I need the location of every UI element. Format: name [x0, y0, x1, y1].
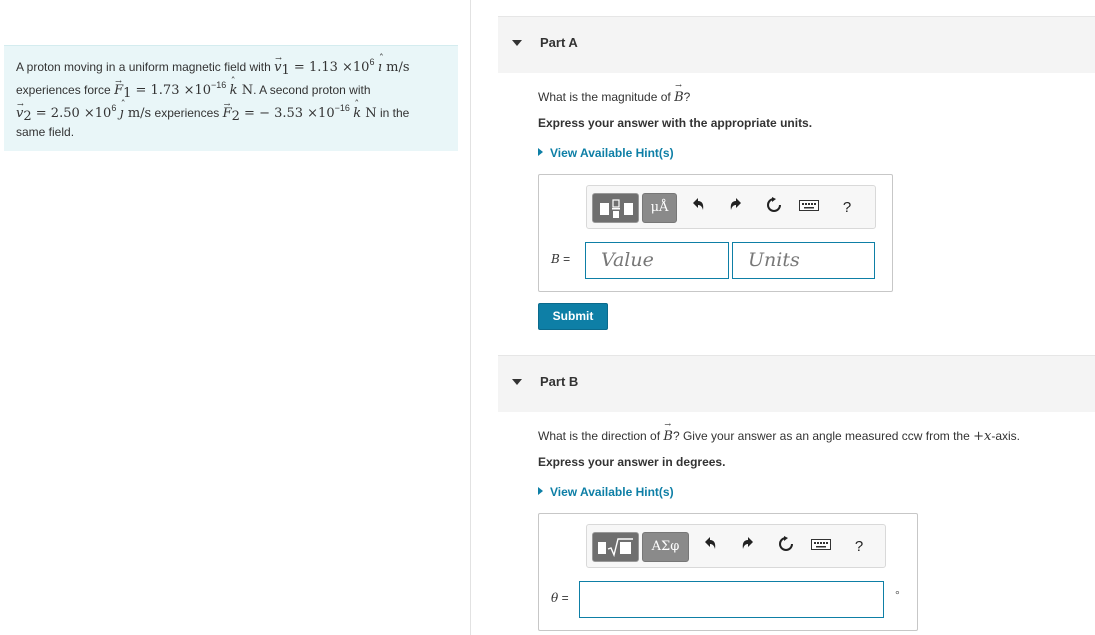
problem-panel: A proton moving in a uniform magnetic fi…	[0, 0, 471, 635]
fraction-template-icon[interactable]	[593, 194, 638, 222]
units-input[interactable]: Units	[732, 242, 875, 279]
b-field-label: B =	[551, 252, 571, 266]
keyboard-icon[interactable]	[799, 197, 819, 217]
help-icon[interactable]: ?	[849, 537, 869, 557]
part-b-title: Part B	[540, 374, 579, 389]
part-a-math-toolbar: μÅ ?	[586, 185, 876, 229]
template-button-group[interactable]	[592, 532, 639, 562]
v1-symbol: v	[274, 48, 282, 79]
caret-right-icon	[538, 148, 543, 156]
degree-unit: °	[895, 588, 900, 602]
part-a-answer-box: μÅ ? B = Value Units	[538, 174, 893, 292]
problem-line-4: same field.	[16, 125, 75, 139]
greek-symbols-button[interactable]: ΑΣφ	[642, 532, 689, 562]
undo-icon[interactable]	[700, 536, 720, 556]
theta-field-label: θ =	[551, 591, 569, 605]
f2-symbol: F	[223, 94, 232, 125]
part-a-question: What is the magnitude of B?	[538, 81, 690, 105]
reset-icon[interactable]	[776, 536, 796, 556]
value-input[interactable]: Value	[585, 242, 729, 279]
part-a-header[interactable]: Part A	[498, 16, 1095, 73]
caret-right-icon	[538, 487, 543, 495]
caret-down-icon	[512, 379, 522, 385]
part-a-instruction: Express your answer with the appropriate…	[538, 116, 813, 130]
undo-icon[interactable]	[688, 197, 708, 217]
sqrt-template-icon[interactable]	[593, 533, 638, 561]
caret-down-icon	[512, 40, 522, 46]
part-b-math-toolbar: ΑΣφ ?	[586, 524, 886, 568]
part-a-hint-link[interactable]: View Available Hint(s)	[538, 146, 674, 160]
part-b-answer-box: ΑΣφ ? θ = °	[538, 513, 918, 631]
keyboard-icon[interactable]	[811, 536, 831, 556]
part-b-instruction: Express your answer in degrees.	[538, 455, 726, 469]
b-symbol: B	[663, 420, 673, 444]
units-button[interactable]: μÅ	[642, 193, 677, 223]
b-symbol: B	[674, 81, 684, 105]
help-icon[interactable]: ?	[837, 198, 857, 218]
part-b-hint-link[interactable]: View Available Hint(s)	[538, 485, 674, 499]
redo-icon[interactable]	[738, 536, 758, 556]
part-b-header[interactable]: Part B	[498, 355, 1095, 412]
part-b-question: What is the direction of B? Give your an…	[538, 420, 1020, 444]
template-button-group[interactable]	[592, 193, 639, 223]
redo-icon[interactable]	[726, 197, 746, 217]
v2-symbol: v	[16, 94, 24, 125]
problem-statement: A proton moving in a uniform magnetic fi…	[4, 45, 458, 151]
angle-input[interactable]	[579, 581, 884, 618]
reset-icon[interactable]	[764, 197, 784, 217]
problem-line-3: v2 = 2.50 ×106 ȷ m/s experiences F2 = − …	[16, 94, 444, 125]
submit-button[interactable]: Submit	[538, 303, 608, 330]
part-a-title: Part A	[540, 35, 578, 50]
